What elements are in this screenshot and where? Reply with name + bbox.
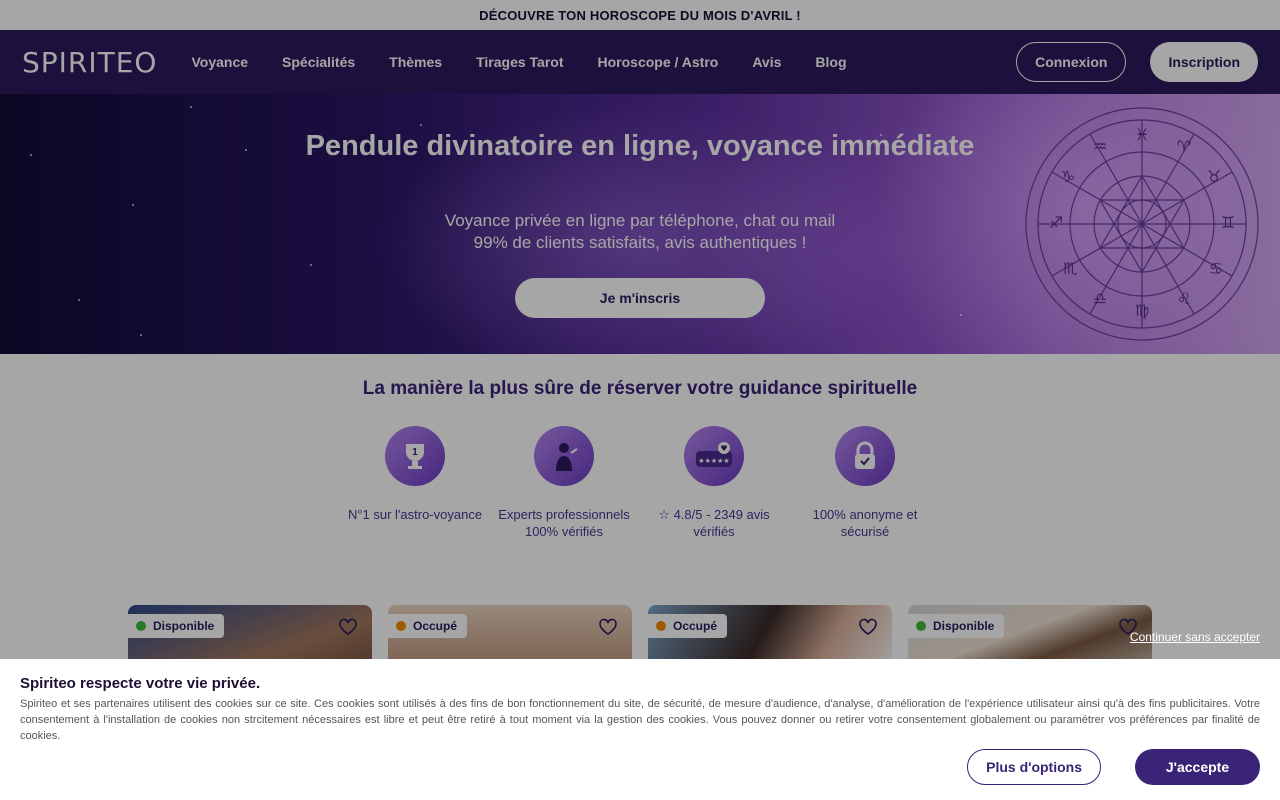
- feature-item: Experts professionnels 100% vérifiés: [489, 426, 639, 540]
- star-decoration: [132, 204, 134, 206]
- status-badge: Disponible: [128, 614, 225, 638]
- nav-specialites[interactable]: Spécialités: [282, 54, 355, 70]
- star-decoration: [960, 314, 962, 316]
- status-badge: Occupé: [388, 614, 468, 638]
- cookie-title: Spiriteo respecte votre vie privée.: [20, 675, 261, 692]
- rating-icon: ★★★★★ ♥: [684, 426, 744, 486]
- star-decoration: [420, 124, 422, 126]
- expert-icon: [534, 426, 594, 486]
- cookie-body: Spiriteo et ses partenaires utilisent de…: [20, 698, 1260, 742]
- nav-avis[interactable]: Avis: [752, 54, 781, 70]
- accept-cookies-button[interactable]: J'accepte: [1135, 749, 1260, 785]
- svg-text:★★★★★: ★★★★★: [698, 457, 729, 465]
- nav-voyance[interactable]: Voyance: [191, 54, 248, 70]
- more-options-button[interactable]: Plus d'options: [967, 749, 1101, 785]
- svg-text:♉: ♉: [1207, 167, 1221, 186]
- hero-title: Pendule divinatoire en ligne, voyance im…: [305, 130, 975, 162]
- feature-item: ★★★★★ ♥ ☆ 4.8/5 - 2349 avis vérifiés: [639, 426, 789, 540]
- svg-text:♌: ♌: [1177, 289, 1191, 308]
- feature-text: ☆ 4.8/5 - 2349 avis vérifiés: [658, 507, 770, 539]
- svg-text:♑: ♑: [1061, 167, 1075, 186]
- svg-text:♥: ♥: [720, 444, 727, 453]
- hero-subtitle-line: 99% de clients satisfaits, avis authenti…: [473, 233, 807, 252]
- status-dot: [396, 621, 406, 631]
- favorite-heart-icon[interactable]: [858, 618, 878, 636]
- star-decoration: [140, 334, 142, 336]
- svg-text:♎: ♎: [1093, 289, 1107, 308]
- feature-text: 100% anonyme et sécurisé: [812, 507, 918, 539]
- continue-without-accepting-link[interactable]: Continuer sans accepter: [1130, 630, 1260, 644]
- hero-subtitle: Voyance privée en ligne par téléphone, c…: [0, 210, 1280, 254]
- promo-banner-text[interactable]: DÉCOUVRE TON HOROSCOPE DU MOIS D'AVRIL !: [479, 8, 801, 23]
- svg-text:♍: ♍: [1135, 301, 1149, 320]
- status-label: Disponible: [933, 619, 995, 633]
- feature-item: 100% anonyme et sécurisé: [790, 426, 940, 540]
- favorite-heart-icon[interactable]: [338, 618, 358, 636]
- trust-section: La manière la plus sûre de réserver votr…: [0, 354, 1280, 604]
- status-badge: Disponible: [908, 614, 1005, 638]
- status-label: Occupé: [673, 619, 718, 633]
- nav-links: Voyance Spécialités Thèmes Tirages Tarot…: [191, 54, 880, 70]
- status-badge: Occupé: [648, 614, 728, 638]
- signup-button[interactable]: Inscription: [1150, 42, 1258, 82]
- svg-text:♋: ♋: [1209, 259, 1223, 278]
- hero-banner: ♓ ♈ ♉ ♊ ♋ ♌ ♍ ♎ ♏ ♐ ♑ ♒ Pendule divinato…: [0, 94, 1280, 354]
- trophy-icon: 1: [385, 426, 445, 486]
- feature-item: 1 N°1 sur l'astro-voyance: [340, 426, 490, 523]
- hero-signup-button[interactable]: Je m'inscris: [515, 278, 765, 318]
- nav-blog[interactable]: Blog: [815, 54, 846, 70]
- trust-title: La manière la plus sûre de réserver votr…: [362, 378, 918, 399]
- nav-themes[interactable]: Thèmes: [389, 54, 442, 70]
- login-button[interactable]: Connexion: [1016, 42, 1127, 82]
- lock-icon: [835, 426, 895, 486]
- status-label: Disponible: [153, 619, 215, 633]
- status-dot: [136, 621, 146, 631]
- star-decoration: [310, 264, 312, 266]
- feature-text: N°1 sur l'astro-voyance: [347, 507, 483, 522]
- svg-text:1: 1: [412, 447, 418, 458]
- hero-subtitle-line: Voyance privée en ligne par téléphone, c…: [444, 211, 836, 230]
- svg-text:♏: ♏: [1063, 259, 1077, 278]
- feature-text: Experts professionnels 100% vérifiés: [498, 507, 630, 539]
- status-label: Occupé: [413, 619, 458, 633]
- favorite-heart-icon[interactable]: [598, 618, 618, 636]
- nav-account-actions: Connexion Inscription: [1016, 42, 1258, 82]
- status-dot: [916, 621, 926, 631]
- nav-tirages-tarot[interactable]: Tirages Tarot: [476, 54, 563, 70]
- cookie-actions: Plus d'options J'accepte: [967, 749, 1260, 785]
- star-decoration: [190, 106, 192, 108]
- nav-horoscope-astro[interactable]: Horoscope / Astro: [598, 54, 719, 70]
- main-navbar: SPIRITEO Voyance Spécialités Thèmes Tira…: [0, 30, 1280, 94]
- promo-banner[interactable]: DÉCOUVRE TON HOROSCOPE DU MOIS D'AVRIL !: [0, 0, 1280, 30]
- cookie-consent-banner: Spiriteo respecte votre vie privée. Spir…: [0, 659, 1280, 800]
- star-decoration: [78, 299, 80, 301]
- status-dot: [656, 621, 666, 631]
- spiriteo-logo[interactable]: SPIRITEO: [22, 46, 157, 79]
